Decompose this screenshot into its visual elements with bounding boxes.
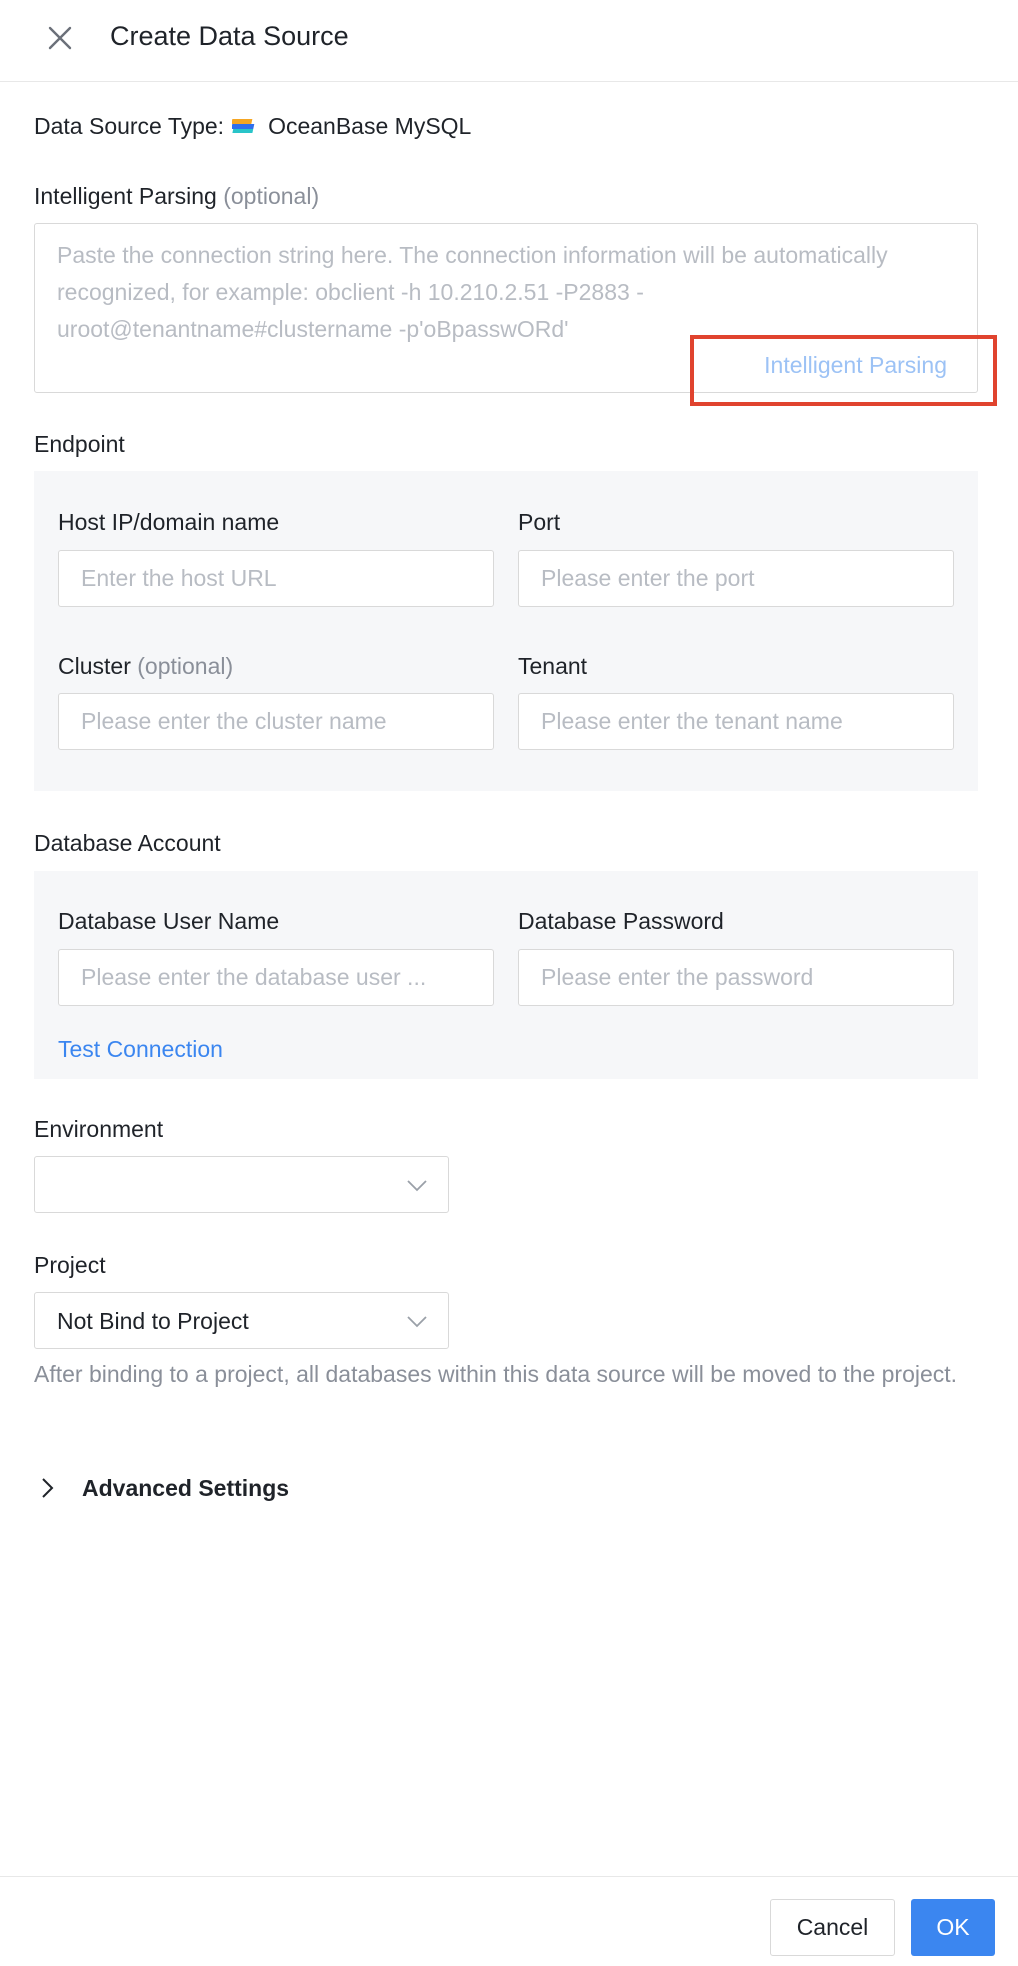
cluster-input[interactable]	[58, 693, 494, 750]
tenant-input[interactable]	[518, 693, 954, 750]
host-label: Host IP/domain name	[58, 509, 280, 535]
endpoint-section-label: Endpoint	[34, 431, 125, 457]
project-label: Project	[34, 1252, 106, 1278]
chevron-down-icon	[407, 1180, 427, 1192]
project-select[interactable]: Not Bind to Project	[34, 1292, 449, 1349]
drawer-header: Create Data Source	[0, 0, 1018, 82]
chevron-right-icon	[42, 1478, 54, 1498]
port-input[interactable]	[518, 550, 954, 607]
optional-hint: (optional)	[137, 653, 234, 679]
environment-select[interactable]	[34, 1156, 449, 1213]
data-source-type-value: OceanBase MySQL	[268, 113, 472, 139]
project-help-text: After binding to a project, all database…	[34, 1361, 958, 1387]
intelligent-parsing-button[interactable]: Intelligent Parsing	[764, 350, 947, 380]
close-button[interactable]	[40, 18, 80, 58]
cancel-button[interactable]: Cancel	[770, 1899, 895, 1956]
host-input[interactable]	[58, 550, 494, 607]
intelligent-parsing-label-text: Intelligent Parsing	[34, 183, 217, 209]
data-source-type-row: Data Source Type: OceanBase MySQL	[34, 111, 471, 141]
page-title: Create Data Source	[110, 21, 349, 51]
data-source-type-label: Data Source Type:	[34, 113, 225, 139]
username-label: Database User Name	[58, 908, 280, 934]
chevron-down-icon	[407, 1316, 427, 1328]
database-account-section-label: Database Account	[34, 830, 221, 856]
cluster-label-text: Cluster	[58, 653, 131, 679]
cluster-label: Cluster (optional)	[58, 651, 233, 681]
advanced-settings-label: Advanced Settings	[82, 1475, 290, 1501]
tenant-label: Tenant	[518, 653, 588, 679]
project-select-value: Not Bind to Project	[57, 1308, 249, 1334]
ok-button[interactable]: OK	[911, 1899, 995, 1956]
advanced-settings-toggle[interactable]: Advanced Settings	[34, 1473, 289, 1503]
environment-label: Environment	[34, 1116, 164, 1142]
intelligent-parsing-label: Intelligent Parsing (optional)	[34, 181, 319, 211]
password-input[interactable]	[518, 949, 954, 1006]
username-input[interactable]	[58, 949, 494, 1006]
optional-hint: (optional)	[223, 183, 320, 209]
password-label: Database Password	[518, 908, 724, 934]
test-connection-link[interactable]: Test Connection	[58, 1034, 223, 1064]
close-icon	[48, 26, 72, 50]
port-label: Port	[518, 509, 561, 535]
oceanbase-logo-icon	[232, 119, 255, 133]
connection-string-box: Intelligent Parsing	[34, 223, 978, 393]
